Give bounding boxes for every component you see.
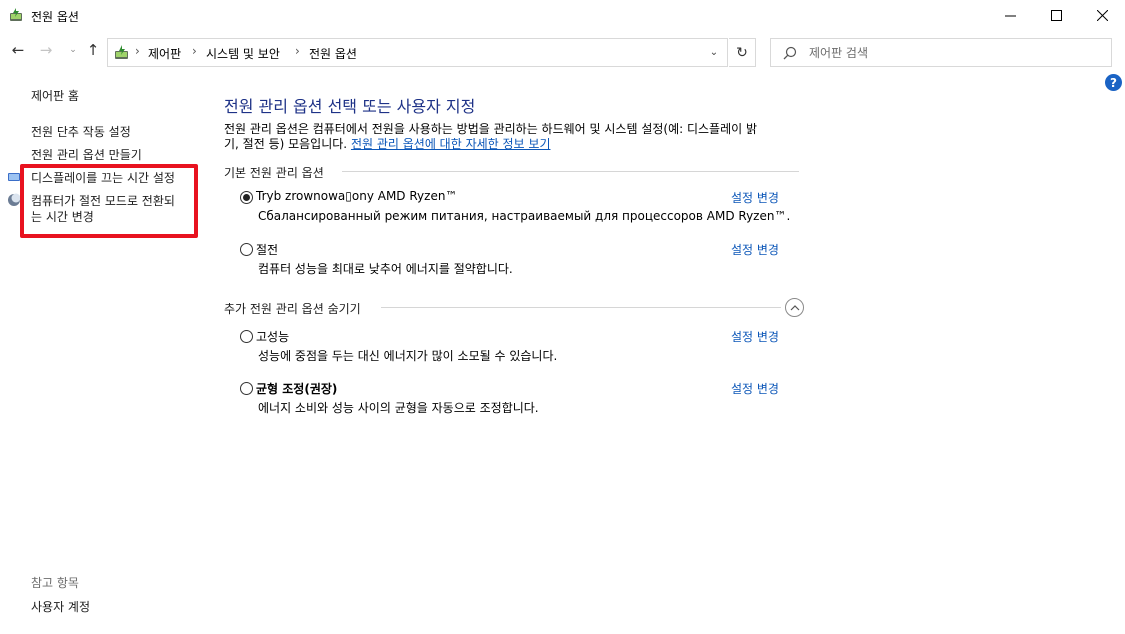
search-input[interactable] — [809, 43, 1099, 63]
navigation-bar: ← → ⌄ ↑ › 제어판 › 시스템 및 보안 › 전원 옵션 ⌄ ↻ — [0, 31, 1125, 71]
minimize-button[interactable] — [987, 0, 1033, 31]
help-button[interactable]: ? — [1105, 74, 1122, 91]
more-info-link[interactable]: 전원 관리 옵션에 대한 자세한 정보 보기 — [351, 137, 551, 151]
recent-locations-button[interactable]: ⌄ — [63, 39, 83, 61]
plan-description-balanced: 에너지 소비와 성능 사이의 균형을 자동으로 조정합니다. — [258, 401, 539, 415]
create-power-plan-link[interactable]: 전원 관리 옵션 만들기 — [31, 146, 142, 163]
control-panel-icon — [115, 45, 128, 59]
plan-description-amd-balanced: Сбалансированный режим питания, настраив… — [258, 209, 791, 223]
refresh-button[interactable]: ↻ — [729, 38, 756, 67]
section-divider — [342, 171, 799, 172]
plan-name-high-performance[interactable]: 고성능 — [256, 328, 289, 345]
user-accounts-link[interactable]: 사용자 계정 — [31, 598, 90, 615]
breadcrumb-separator: › — [295, 44, 300, 58]
forward-button[interactable]: → — [36, 39, 56, 61]
refresh-icon: ↻ — [736, 44, 748, 61]
breadcrumb-system-security[interactable]: 시스템 및 보안 — [206, 45, 280, 62]
page-title: 전원 관리 옵션 선택 또는 사용자 지정 — [224, 97, 476, 116]
control-panel-home-link[interactable]: 제어판 홈 — [31, 87, 79, 104]
hide-additional-plans-heading[interactable]: 추가 전원 관리 옵션 숨기기 — [224, 300, 361, 317]
section-divider — [381, 307, 781, 308]
help-icon: ? — [1110, 75, 1117, 90]
description-line1: 전원 관리 옵션은 컴퓨터에서 전원을 사용하는 방법을 관리하는 하드웨어 및… — [224, 122, 758, 136]
minimize-icon — [1004, 15, 1016, 17]
maximize-icon — [1050, 10, 1062, 21]
plan-radio-high-performance[interactable] — [240, 330, 253, 343]
change-settings-link-amd-balanced[interactable]: 설정 변경 — [731, 189, 779, 206]
address-dropdown-button[interactable]: ⌄ — [707, 44, 721, 60]
search-box[interactable] — [770, 38, 1112, 67]
back-arrow-icon: ← — [11, 41, 25, 59]
plan-name-amd-balanced[interactable]: Tryb zrownowa▯ony AMD Ryzen™ — [256, 189, 457, 203]
close-button[interactable] — [1079, 0, 1125, 31]
breadcrumb-separator: › — [192, 44, 197, 58]
collapse-button[interactable] — [785, 298, 804, 317]
power-options-app-icon — [10, 8, 22, 21]
change-settings-link-power-saver[interactable]: 설정 변경 — [731, 241, 779, 258]
plan-radio-power-saver[interactable] — [240, 243, 253, 256]
plan-radio-balanced[interactable] — [240, 382, 253, 395]
plan-name-power-saver[interactable]: 절전 — [256, 241, 278, 258]
page-description: 전원 관리 옵션은 컴퓨터에서 전원을 사용하는 방법을 관리하는 하드웨어 및… — [224, 122, 802, 152]
plan-description-power-saver: 컴퓨터 성능을 최대로 낮추어 에너지를 절약합니다. — [258, 262, 513, 276]
back-button[interactable]: ← — [8, 39, 28, 61]
change-settings-link-balanced[interactable]: 설정 변경 — [731, 380, 779, 397]
see-also-heading: 참고 항목 — [31, 576, 79, 590]
plan-radio-amd-balanced[interactable] — [240, 191, 253, 204]
window-title: 전원 옵션 — [31, 10, 79, 24]
search-icon — [783, 46, 797, 60]
chevron-down-icon: ⌄ — [69, 45, 77, 55]
maximize-button[interactable] — [1033, 0, 1079, 31]
forward-arrow-icon: → — [39, 41, 53, 59]
change-settings-link-high-performance[interactable]: 설정 변경 — [731, 328, 779, 345]
breadcrumb-separator: › — [135, 44, 140, 58]
plan-description-high-performance: 성능에 중점을 두는 대신 에너지가 많이 소모될 수 있습니다. — [258, 349, 558, 363]
plan-name-balanced[interactable]: 균형 조정(권장) — [256, 380, 337, 397]
chevron-down-icon: ⌄ — [709, 46, 719, 58]
highlight-box — [20, 164, 198, 238]
display-shield-icon — [8, 173, 20, 181]
breadcrumb-control-panel[interactable]: 제어판 — [148, 45, 181, 62]
chevron-up-icon — [790, 305, 799, 311]
breadcrumb-power-options[interactable]: 전원 옵션 — [309, 45, 357, 62]
description-line2: 기, 절전 등) 모음입니다. — [224, 137, 348, 151]
preferred-plans-heading: 기본 전원 관리 옵션 — [224, 166, 324, 180]
address-bar[interactable]: › 제어판 › 시스템 및 보안 › 전원 옵션 ⌄ — [107, 38, 728, 67]
up-button[interactable]: ↑ — [83, 39, 103, 61]
title-bar: 전원 옵션 — [0, 0, 1125, 31]
choose-power-button-link[interactable]: 전원 단추 작동 설정 — [31, 123, 131, 140]
sleep-moon-icon — [8, 193, 21, 206]
close-icon — [1096, 10, 1108, 21]
up-arrow-icon: ↑ — [86, 41, 100, 59]
